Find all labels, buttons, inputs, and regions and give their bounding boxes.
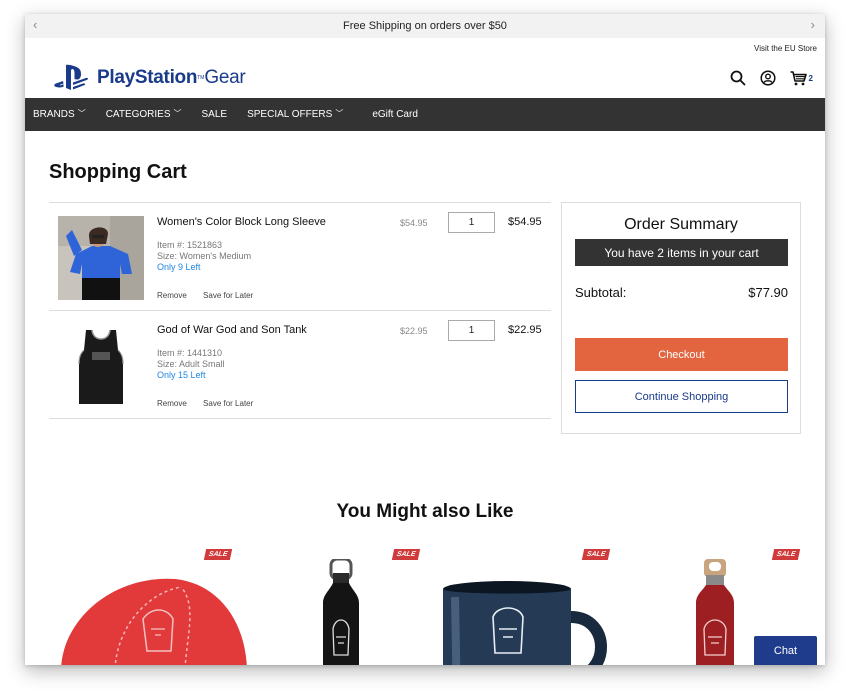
quantity-input[interactable]: 1 [448,212,495,233]
chevron-down-icon: ﹀ [173,109,182,118]
nav-item-label: CATEGORIES [105,109,171,120]
product-image-mug [443,581,607,665]
line-total: $22.95 [508,324,542,336]
product-image-cap [61,578,247,665]
chevron-left-icon[interactable]: ‹ [33,17,37,32]
nav-item-label: SPECIAL OFFERS [247,109,333,120]
promo-banner: ‹ Free Shipping on orders over $50 › [25,14,825,38]
recommended-product-black-bottle[interactable]: SALE [295,547,421,665]
cart-link[interactable]: 2 [790,70,813,86]
unit-price: $54.95 [400,218,428,228]
playstation-logo-icon [54,64,88,90]
product-image-long-sleeve[interactable] [58,216,144,300]
save-for-later-link[interactable]: Save for Later [203,291,253,300]
cart-layout: Women's Color Block Long Sleeve Item #: … [49,202,801,434]
site-header: PlayStation TM Gear 2 [25,58,825,98]
account-icon[interactable] [759,70,776,86]
remove-link[interactable]: Remove [157,399,187,408]
chat-button[interactable]: Chat [754,636,817,665]
browser-frame: ‹ Free Shipping on orders over $50 › Vis… [25,14,825,665]
product-meta: Item #: 1521863 Size: Women's Medium Onl… [157,240,251,273]
main-content: Shopping Cart Women's Color Block Long S… [25,161,825,434]
chevron-down-icon: ﹀ [77,109,86,118]
sale-badge: SALE [581,549,611,560]
nav-item-brands[interactable]: BRANDS ﹀ [33,109,86,120]
cart-row: Women's Color Block Long Sleeve Item #: … [49,203,551,311]
item-number: Item #: 1521863 [157,240,223,250]
order-summary: Order Summary You have 2 items in your c… [561,202,801,434]
unit-price: $22.95 [400,326,428,336]
sale-badge: SALE [391,549,421,560]
order-summary-title: Order Summary [624,216,738,233]
sale-badge: SALE [771,549,801,560]
header-icons: 2 [730,70,813,86]
chevron-down-icon: ﹀ [335,109,344,118]
product-name[interactable]: God of War God and Son Tank [157,324,307,336]
nav-item-label: eGift Card [372,109,418,120]
item-number: Item #: 1441310 [157,348,223,358]
trademark-mark: TM [197,75,205,81]
nav-item-special-offers[interactable]: SPECIAL OFFERS ﹀ [247,109,343,120]
continue-shopping-button[interactable]: Continue Shopping [575,380,788,413]
stock-status: Only 9 Left [157,262,201,272]
recommended-product-mug[interactable]: SALE [435,547,625,665]
item-size: Size: Women's Medium [157,251,252,261]
brand-name: PlayStation [97,67,198,88]
save-for-later-link[interactable]: Save for Later [203,399,253,408]
nav-item-label: SALE [201,109,228,120]
chevron-right-icon[interactable]: › [811,17,815,32]
subtotal-value: $77.90 [748,285,788,300]
remove-link[interactable]: Remove [157,291,187,300]
page-title: Shopping Cart [49,161,187,183]
items-count-note: You have 2 items in your cart [575,239,788,266]
stock-status: Only 15 Left [157,370,206,380]
brand-gear: Gear [204,67,246,88]
quantity-input[interactable]: 1 [448,320,495,341]
playstation-gear-logo[interactable]: PlayStation TM Gear [53,64,246,92]
recommendations-title: You Might also Like [336,501,514,522]
cart-items: Women's Color Block Long Sleeve Item #: … [49,202,551,434]
product-image-tank[interactable] [58,324,144,408]
subtotal-label: Subtotal: [575,285,627,300]
product-image-black-bottle [323,559,359,665]
eu-store-link[interactable]: Visit the EU Store [754,44,817,53]
cart-count-badge: 2 [808,73,813,83]
row-actions: Remove Save for Later [157,291,267,300]
nav-item-sale[interactable]: SALE [202,109,228,120]
search-icon[interactable] [730,70,746,86]
promo-text: Free Shipping on orders over $50 [343,20,507,32]
product-meta: Item #: 1441310 Size: Adult Small Only 1… [157,348,225,381]
shopping-cart-icon [790,70,807,85]
row-actions: Remove Save for Later [157,399,267,408]
cart-row: God of War God and Son Tank Item #: 1441… [49,311,551,419]
utility-bar: Visit the EU Store [25,38,825,58]
checkout-button[interactable]: Checkout [575,338,788,371]
product-name[interactable]: Women's Color Block Long Sleeve [157,216,326,228]
main-nav: BRANDS ﹀ CATEGORIES ﹀ SALE SPECIAL OFFER… [25,98,825,131]
subtotal-row: Subtotal: $77.90 [575,285,788,300]
nav-item-label: BRANDS [33,109,75,120]
nav-item-egift-card[interactable]: eGift Card [372,109,418,120]
recommended-product-cap[interactable]: SALE [55,547,255,665]
product-image-red-bottle [696,559,734,665]
line-total: $54.95 [508,216,542,228]
nav-item-categories[interactable]: CATEGORIES ﹀ [106,109,182,120]
item-size: Size: Adult Small [157,359,225,369]
